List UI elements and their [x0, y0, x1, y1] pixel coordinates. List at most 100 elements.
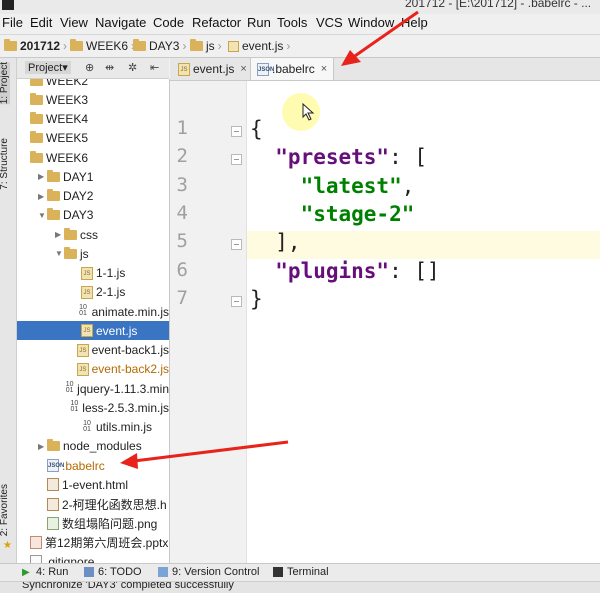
tree-item[interactable]: 10 01 animate.min.js — [17, 302, 169, 321]
line-number: 7 — [176, 286, 188, 309]
tree-item-label: css — [80, 227, 98, 242]
menu-refactor[interactable]: Refactor — [192, 15, 241, 30]
tool-tab-terminal[interactable]: Terminal — [273, 566, 329, 578]
chevron-right-icon[interactable]: ▶ — [38, 442, 47, 451]
tree-item[interactable]: WEEK2 — [17, 79, 169, 90]
tab-babelrc[interactable]: JSON .babelrc × — [250, 58, 335, 80]
json-key: "plugins" — [250, 258, 390, 283]
left-tool-strip: 1: Project 7: Structure 2: Favorites ★ — [0, 58, 17, 563]
tool-tab-favorites[interactable]: 2: Favorites — [0, 484, 10, 536]
tree-item[interactable]: 数组塌陷问题.png — [17, 514, 169, 533]
menu-file[interactable]: File — [2, 15, 23, 30]
tree-item[interactable]: WEEK6 — [17, 148, 169, 167]
tree-item[interactable]: WEEK3 — [17, 90, 169, 109]
tool-tab-structure[interactable]: 7: Structure — [0, 138, 10, 190]
breadcrumb-item-day3[interactable]: DAY3 › — [133, 38, 189, 54]
tree-item-label: js — [80, 246, 89, 261]
menu-navigate[interactable]: Navigate — [95, 15, 146, 30]
tree-item[interactable]: 2-柯理化函数思想.h — [17, 495, 169, 514]
tool-tab-run[interactable]: ▶ 4: Run — [22, 566, 68, 578]
tool-tab-todo[interactable]: 6: TODO — [84, 566, 142, 578]
chevron-down-icon[interactable]: ▼ — [38, 211, 47, 220]
tree-item[interactable]: JS event-back1.js — [17, 341, 169, 360]
project-panel-header: Project▾ ⊕ ⇹ ✲ ⇤ — [17, 58, 169, 79]
status-message: Synchronize 'DAY3' completed successfull… — [22, 581, 234, 591]
menu-run[interactable]: Run — [247, 15, 271, 30]
fold-marker-icon[interactable] — [231, 239, 242, 251]
fold-marker-icon[interactable] — [231, 295, 242, 307]
tree-item[interactable]: JS 1-1.js — [17, 264, 169, 283]
tree-item-label: 2-1.js — [96, 285, 126, 300]
tree-item[interactable]: ▶ css — [17, 225, 169, 244]
line-number: 3 — [176, 173, 188, 196]
close-icon[interactable]: × — [240, 63, 246, 75]
tool-tab-version-control[interactable]: 9: Version Control — [158, 566, 259, 578]
code-line: ], — [250, 228, 300, 256]
code-editor[interactable]: 1 2 3 4 5 6 7 { "presets": [ "latest", "stage-… — [170, 81, 600, 563]
tree-item[interactable]: 10 01 utils.min.js — [17, 418, 169, 437]
menu-tools[interactable]: Tools — [277, 15, 307, 30]
tree-item[interactable]: 1-event.html — [17, 475, 169, 494]
tree-item-label: jquery-1.11.3.min — [77, 381, 169, 396]
tree-item[interactable]: .gitignore — [17, 552, 169, 563]
breadcrumb-item-201712[interactable]: 201712 › — [4, 38, 70, 54]
locate-icon[interactable]: ⊕ — [85, 61, 94, 74]
collapse-all-icon[interactable]: ⇹ — [105, 61, 114, 74]
tree-item[interactable]: JS event-back2.js — [17, 360, 169, 379]
tool-tab-project[interactable]: 1: Project — [0, 62, 10, 105]
chevron-down-icon[interactable]: ▼ — [55, 249, 64, 258]
hide-panel-icon[interactable]: ⇤ — [150, 61, 159, 74]
chevron-right-icon[interactable]: ▶ — [38, 172, 47, 181]
js-file-icon: JS — [77, 362, 89, 376]
gear-icon[interactable]: ✲ — [128, 61, 137, 74]
code-line: } — [250, 285, 263, 313]
tree-item[interactable]: 第12期第六周班会.pptx — [17, 533, 169, 552]
tree-item[interactable]: JS 2-1.js — [17, 283, 169, 302]
code-line: "latest", — [250, 172, 415, 200]
tree-item-label: 数组塌陷问题.png — [62, 516, 158, 531]
js-file-icon: JS — [81, 285, 93, 299]
status-bar: Synchronize 'DAY3' completed successfull… — [0, 581, 600, 593]
menu-edit[interactable]: Edit — [30, 15, 52, 30]
breadcrumb-item-js[interactable]: js › — [190, 38, 225, 54]
file-icon — [30, 555, 42, 563]
tree-item[interactable]: 10 01 less-2.5.3.min.js — [17, 398, 169, 417]
close-icon[interactable]: × — [321, 63, 327, 75]
js-file-icon: JS — [81, 266, 93, 280]
tree-item-label: 2-柯理化函数思想.h — [62, 497, 167, 512]
tree-item[interactable]: WEEK4 — [17, 110, 169, 129]
tree-item-label: WEEK5 — [46, 131, 89, 146]
tree-item[interactable]: 10 01 jquery-1.11.3.min — [17, 379, 169, 398]
tree-item[interactable]: JS event.js — [17, 321, 169, 341]
tree-item[interactable]: ▶ node_modules — [17, 437, 169, 456]
code-line: "presets": [ — [250, 143, 427, 171]
tree-item[interactable]: ▼ js — [17, 244, 169, 263]
tree-item-label: WEEK3 — [46, 92, 89, 107]
tree-item[interactable]: ▶ DAY2 — [17, 187, 169, 206]
tree-item-label: animate.min.js — [91, 304, 169, 319]
tree-item-label: event-back2.js — [91, 362, 169, 377]
tab-event-js[interactable]: JS event.js × — [172, 58, 253, 80]
tree-item-label: .gitignore — [45, 554, 95, 563]
minified-js-icon: 10 01 — [69, 400, 80, 415]
menu-code[interactable]: Code — [153, 15, 184, 30]
breadcrumb-item-week6[interactable]: WEEK6› — [70, 38, 138, 54]
tree-item[interactable]: WEEK5 — [17, 129, 169, 148]
json-string: "stage-2" — [250, 201, 415, 226]
tree-item-label: event.js — [96, 323, 138, 338]
folder-icon — [30, 131, 43, 144]
fold-marker-icon[interactable] — [231, 154, 242, 166]
tree-item[interactable]: JSON .babelrc — [17, 456, 169, 475]
project-view-dropdown[interactable]: Project▾ — [25, 61, 71, 74]
menu-view[interactable]: View — [60, 15, 88, 30]
tree-item[interactable]: ▶ DAY1 — [17, 167, 169, 186]
html-file-icon — [47, 497, 59, 511]
chevron-right-icon[interactable]: ▶ — [38, 192, 47, 201]
menu-vcs[interactable]: VCS — [316, 15, 343, 30]
menu-window[interactable]: Window — [348, 15, 394, 30]
tree-item[interactable]: ▼ DAY3 — [17, 206, 169, 225]
menu-help[interactable]: Help — [401, 15, 428, 30]
breadcrumb-item-event-js[interactable]: event.js › — [228, 38, 293, 54]
chevron-right-icon[interactable]: ▶ — [55, 230, 64, 239]
fold-marker-icon[interactable] — [231, 126, 242, 137]
